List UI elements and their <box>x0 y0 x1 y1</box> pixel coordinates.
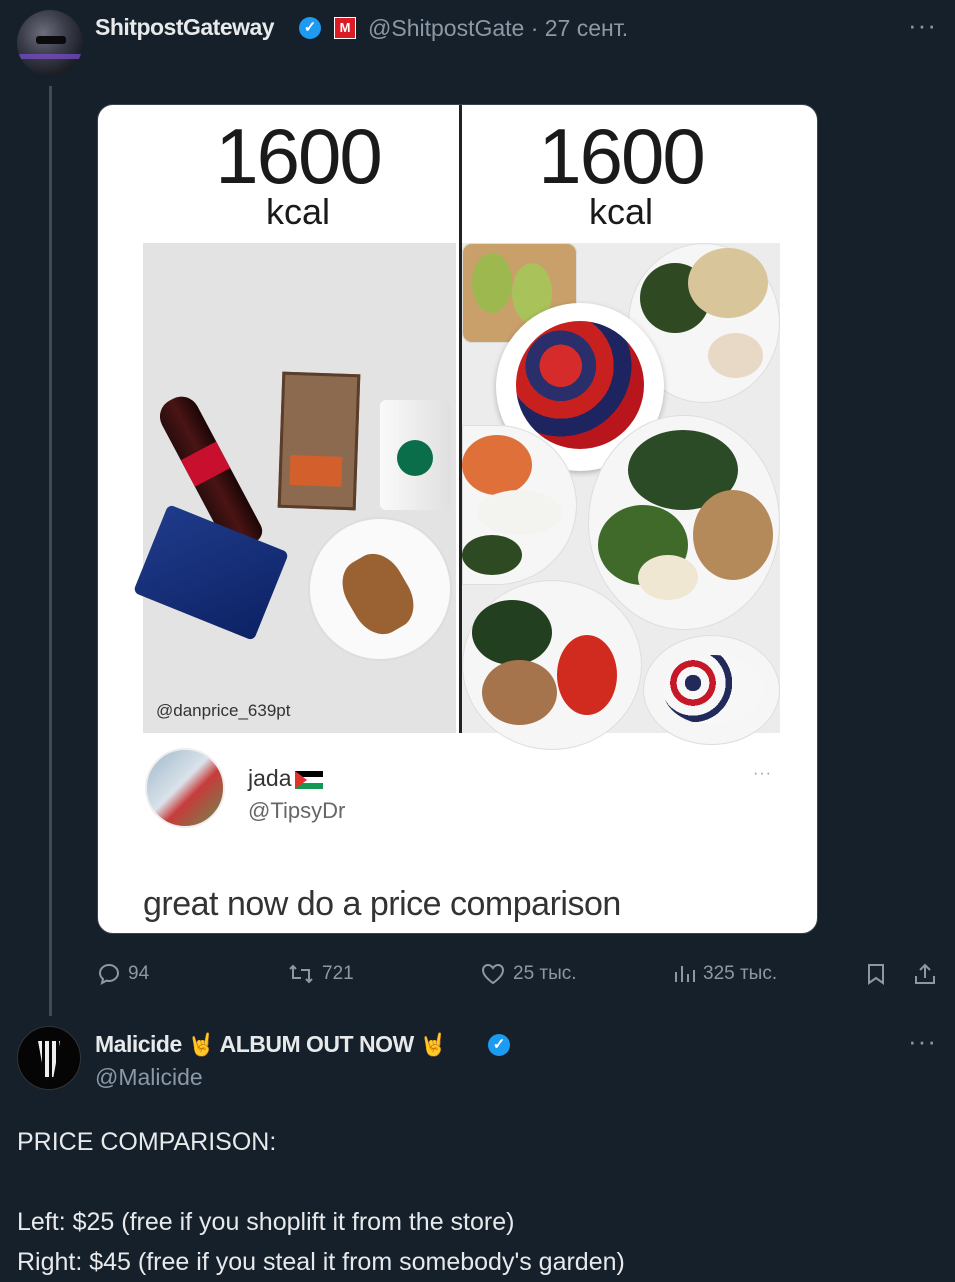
reply-icon <box>98 963 120 985</box>
like-icon <box>481 963 505 985</box>
reply-count: 94 <box>128 963 150 984</box>
photo-credit: @danprice_639pt <box>156 701 291 720</box>
sandwich-pack <box>277 371 361 511</box>
affiliate-badge-icon[interactable]: M <box>334 17 356 39</box>
thread-line <box>49 86 52 1016</box>
avatar[interactable] <box>17 1026 81 1090</box>
author-name-part: Malicide <box>95 1031 182 1057</box>
retweet-button[interactable]: 721 <box>287 962 354 986</box>
left-kcal-value: 1600 <box>215 112 383 200</box>
tweet-media-image[interactable]: 1600 kcal 1600 kcal @danprice_639pt jada… <box>97 104 818 934</box>
more-options-icon[interactable]: ··· <box>908 10 937 41</box>
retweet-count: 721 <box>322 963 354 984</box>
rock-hand-emoji-icon: 🤘 <box>419 1032 447 1057</box>
bookmark-icon <box>868 964 884 985</box>
share-button[interactable] <box>912 962 938 986</box>
right-kcal-value: 1600 <box>538 112 706 200</box>
author-handle[interactable]: @Malicide <box>95 1064 203 1091</box>
share-icon <box>915 963 935 984</box>
like-count: 25 тыс. <box>513 963 577 984</box>
retweet-icon <box>289 964 313 984</box>
quoted-text: great now do a price comparison <box>143 885 621 923</box>
reply-button[interactable]: 94 <box>97 962 149 986</box>
avatar-glitch-stripe <box>17 54 83 59</box>
views-icon <box>675 966 695 982</box>
coffee-cup <box>380 400 450 510</box>
avatar[interactable] <box>17 10 83 76</box>
right-kcal-unit: kcal <box>588 191 654 232</box>
tweet-text: PRICE COMPARISON: Left: $25 (free if you… <box>17 1128 625 1276</box>
quoted-author-name: jada <box>248 765 324 792</box>
rock-hand-emoji-icon: 🤘 <box>187 1032 215 1057</box>
avatar-glasses <box>36 36 66 44</box>
palestine-flag-icon <box>295 770 324 789</box>
left-kcal-unit: kcal <box>265 191 331 232</box>
author-name[interactable]: ShitpostGateway <box>95 14 275 41</box>
views-count: 325 тыс. <box>703 963 778 984</box>
author-handle-date[interactable]: @ShitpostGate · 27 сент. <box>368 15 628 42</box>
author-name[interactable]: Malicide 🤘 ALBUM OUT NOW 🤘 <box>95 1031 447 1058</box>
verified-badge-icon: ✓ <box>299 17 321 39</box>
quoted-more-icon: ··· <box>753 765 772 782</box>
band-logo-icon <box>38 1041 60 1077</box>
bookmark-button[interactable] <box>864 962 888 986</box>
croissant-plate <box>308 517 452 661</box>
more-options-icon[interactable]: ··· <box>908 1026 937 1057</box>
like-button[interactable]: 25 тыс. <box>480 962 577 986</box>
quoted-avatar <box>145 748 225 828</box>
quoted-author-handle: @TipsyDr <box>248 798 346 823</box>
views-button[interactable]: 325 тыс. <box>672 962 777 986</box>
author-name-part: ALBUM OUT NOW <box>219 1031 415 1057</box>
verified-badge-icon: ✓ <box>488 1034 510 1056</box>
spinach-tomato-plate <box>462 580 642 750</box>
yogurt-berries-bowl <box>643 635 780 745</box>
veggie-plate <box>588 415 780 630</box>
